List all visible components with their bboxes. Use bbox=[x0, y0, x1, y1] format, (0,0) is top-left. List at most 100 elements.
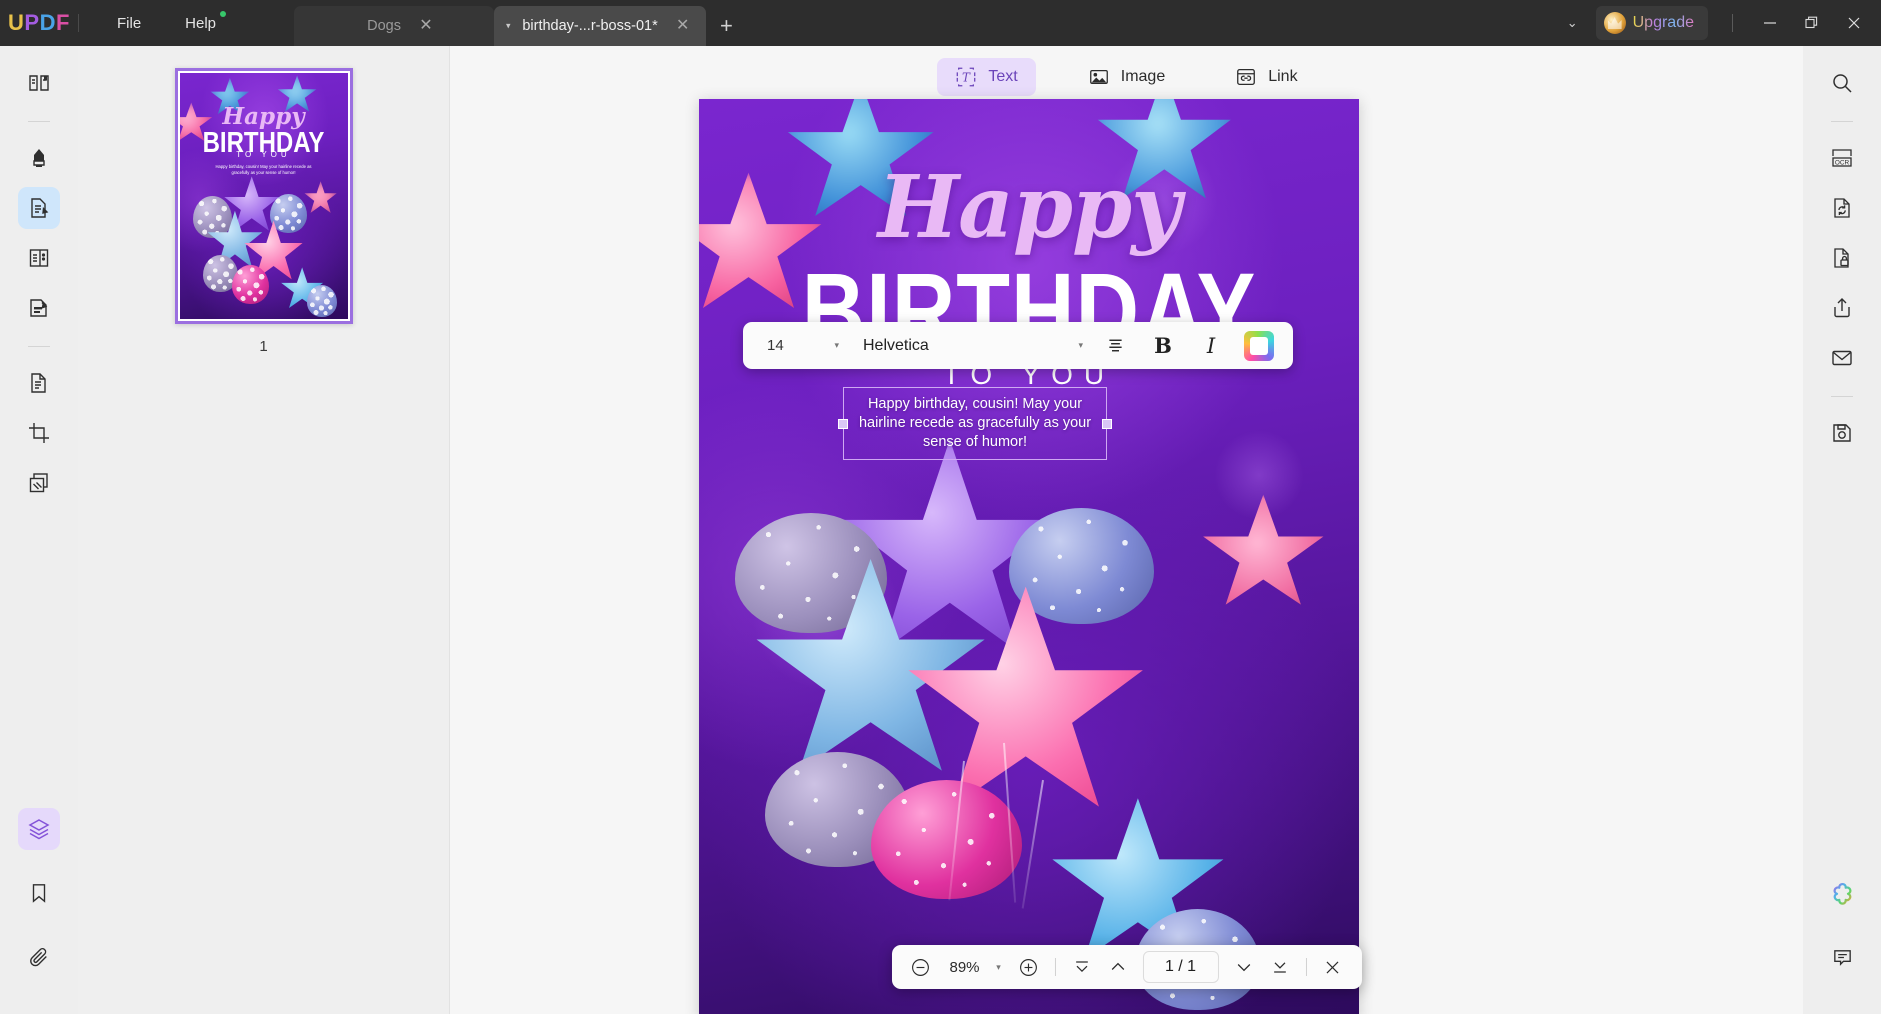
search-icon[interactable] bbox=[1821, 62, 1863, 104]
upgrade-label: Upgrade bbox=[1632, 14, 1694, 31]
font-size-value: 14 bbox=[767, 337, 784, 354]
tab-birthday[interactable]: ▾ birthday-...r-boss-01* ✕ bbox=[494, 6, 707, 46]
mode-button-image[interactable]: Image bbox=[1070, 58, 1183, 96]
align-center-icon[interactable] bbox=[1091, 326, 1139, 366]
tab-dogs-close-icon[interactable]: ✕ bbox=[417, 18, 435, 34]
zoom-in-button[interactable] bbox=[1012, 950, 1046, 984]
logo-letter-p: P bbox=[24, 10, 40, 35]
logo-letter-u: U bbox=[8, 10, 25, 35]
zoom-out-button[interactable] bbox=[903, 950, 937, 984]
convert-icon[interactable] bbox=[1821, 187, 1863, 229]
font-size-select[interactable]: 14 ▾ bbox=[753, 337, 845, 354]
text-edit-icon: T bbox=[955, 66, 977, 88]
zoom-dropdown-caret-icon[interactable]: ▾ bbox=[988, 950, 1010, 984]
mode-button-image-label: Image bbox=[1120, 68, 1166, 85]
mail-icon[interactable] bbox=[1821, 337, 1863, 379]
link-edit-icon bbox=[1235, 66, 1257, 88]
save-icon[interactable] bbox=[1821, 412, 1863, 454]
textbox-resize-handle-left[interactable] bbox=[838, 418, 848, 429]
close-window-button[interactable] bbox=[1833, 0, 1875, 46]
title-bar: UPDF File Help Dogs ✕ ▾ birthday-...r-bo… bbox=[0, 0, 1881, 46]
share-icon[interactable] bbox=[1821, 287, 1863, 329]
updf-application-window: UPDF File Help Dogs ✕ ▾ birthday-...r-bo… bbox=[0, 0, 1881, 1014]
svg-text:T: T bbox=[962, 71, 971, 85]
close-page-toolbar-button[interactable] bbox=[1316, 950, 1350, 984]
page-headline-script: Happy bbox=[877, 157, 1181, 258]
left-rail-bottom-group bbox=[18, 808, 60, 1014]
page-indicator-input[interactable]: 1 / 1 bbox=[1142, 951, 1219, 983]
pdf-page-1[interactable]: Happy BIRTHDAY TO YOU Happy birthday, co… bbox=[699, 99, 1359, 1014]
right-rail-separator-2 bbox=[1831, 396, 1853, 397]
logo-letter-d: D bbox=[39, 10, 56, 35]
tab-birthday-close-icon[interactable]: ✕ bbox=[674, 18, 692, 34]
new-tab-button[interactable]: + bbox=[706, 6, 747, 46]
toolbar-divider-2 bbox=[1305, 958, 1307, 976]
comment-icon[interactable] bbox=[1821, 936, 1863, 978]
ai-assistant-icon[interactable] bbox=[1821, 872, 1863, 914]
menu-item-file[interactable]: File bbox=[95, 9, 163, 38]
crown-icon bbox=[1603, 12, 1626, 34]
tab-dogs[interactable]: Dogs ✕ bbox=[294, 6, 495, 46]
toolbar-divider-1 bbox=[1054, 958, 1056, 976]
mode-button-link-label: Link bbox=[1268, 68, 1298, 85]
image-edit-icon bbox=[1088, 66, 1110, 88]
page-form-icon[interactable] bbox=[18, 237, 60, 279]
left-tool-rail bbox=[0, 46, 78, 1014]
window-controls-divider bbox=[1732, 14, 1733, 32]
page-navigation-toolbar: 89% ▾ 1 / 1 bbox=[891, 945, 1362, 989]
organize-pages-icon[interactable] bbox=[18, 362, 60, 404]
crop-page-icon[interactable] bbox=[18, 412, 60, 454]
protect-icon[interactable] bbox=[1821, 237, 1863, 279]
edit-pdf-icon[interactable] bbox=[18, 187, 60, 229]
help-notification-dot bbox=[220, 10, 227, 17]
thumbnail-page-number: 1 bbox=[259, 338, 268, 355]
page-thumbnail-1[interactable]: Happy BIRTHDAY TO YOU Happy birthday, co… bbox=[174, 68, 353, 324]
tab-dropdown-caret-icon[interactable]: ▾ bbox=[506, 21, 511, 32]
logo-letter-f: F bbox=[56, 10, 70, 35]
tab-dogs-label: Dogs bbox=[367, 18, 401, 34]
italic-button[interactable]: I bbox=[1187, 326, 1235, 366]
menu-bar: File Help bbox=[79, 0, 238, 46]
fill-sign-icon[interactable] bbox=[18, 287, 60, 329]
zoom-level-value[interactable]: 89% bbox=[939, 959, 985, 976]
ocr-icon[interactable]: OCR bbox=[1821, 137, 1863, 179]
edit-mode-toolbar: T Text Image Link bbox=[450, 58, 1803, 96]
tab-overflow-caret-icon[interactable]: ⌄ bbox=[1549, 15, 1596, 31]
layers-icon[interactable] bbox=[18, 808, 60, 850]
thumbnail-item[interactable]: Happy BIRTHDAY TO YOU Happy birthday, co… bbox=[174, 68, 353, 355]
minimize-button[interactable] bbox=[1749, 0, 1791, 46]
mode-button-text[interactable]: T Text bbox=[937, 58, 1036, 96]
attachment-icon[interactable] bbox=[18, 936, 60, 978]
font-family-select[interactable]: Helvetica ▾ bbox=[845, 337, 1091, 355]
prev-page-icon[interactable] bbox=[1101, 950, 1135, 984]
font-family-caret-icon: ▾ bbox=[1078, 340, 1083, 350]
rail-separator-2 bbox=[28, 346, 50, 347]
font-family-value: Helvetica bbox=[863, 336, 929, 354]
bold-button[interactable]: B bbox=[1139, 326, 1187, 366]
mode-button-link[interactable]: Link bbox=[1217, 58, 1315, 96]
right-tool-rail: OCR bbox=[1803, 46, 1881, 1014]
reader-icon[interactable] bbox=[18, 62, 60, 104]
maximize-restore-button[interactable] bbox=[1791, 0, 1833, 46]
editable-textbox-value: Happy birthday, cousin! May your hairlin… bbox=[858, 396, 1092, 451]
right-rail-separator bbox=[1831, 121, 1853, 122]
menu-item-file-label: File bbox=[117, 14, 142, 32]
editable-textbox[interactable]: Happy birthday, cousin! May your hairlin… bbox=[838, 387, 1112, 461]
menu-item-help[interactable]: Help bbox=[163, 9, 238, 38]
right-rail-bottom-group bbox=[1821, 872, 1863, 1014]
annotate-highlighter-icon[interactable] bbox=[18, 137, 60, 179]
font-size-caret-icon: ▾ bbox=[834, 340, 839, 350]
bookmark-icon[interactable] bbox=[18, 872, 60, 914]
document-canvas: T Text Image Link Happy BIRTHDAY TO YOU … bbox=[450, 46, 1803, 1014]
zoom-caret-glyph: ▾ bbox=[996, 961, 1001, 972]
next-page-icon[interactable] bbox=[1227, 950, 1261, 984]
titlebar-right-controls: ⌄ Upgrade bbox=[1549, 0, 1881, 46]
updf-logo[interactable]: UPDF bbox=[0, 0, 78, 46]
batch-process-icon[interactable] bbox=[18, 462, 60, 504]
upgrade-button[interactable]: Upgrade bbox=[1595, 6, 1708, 40]
first-page-icon[interactable] bbox=[1065, 950, 1099, 984]
font-color-icon[interactable] bbox=[1235, 326, 1283, 366]
page-thumbnail-panel: Happy BIRTHDAY TO YOU Happy birthday, co… bbox=[78, 46, 450, 1014]
last-page-icon[interactable] bbox=[1263, 950, 1297, 984]
textbox-resize-handle-right[interactable] bbox=[1102, 418, 1112, 429]
